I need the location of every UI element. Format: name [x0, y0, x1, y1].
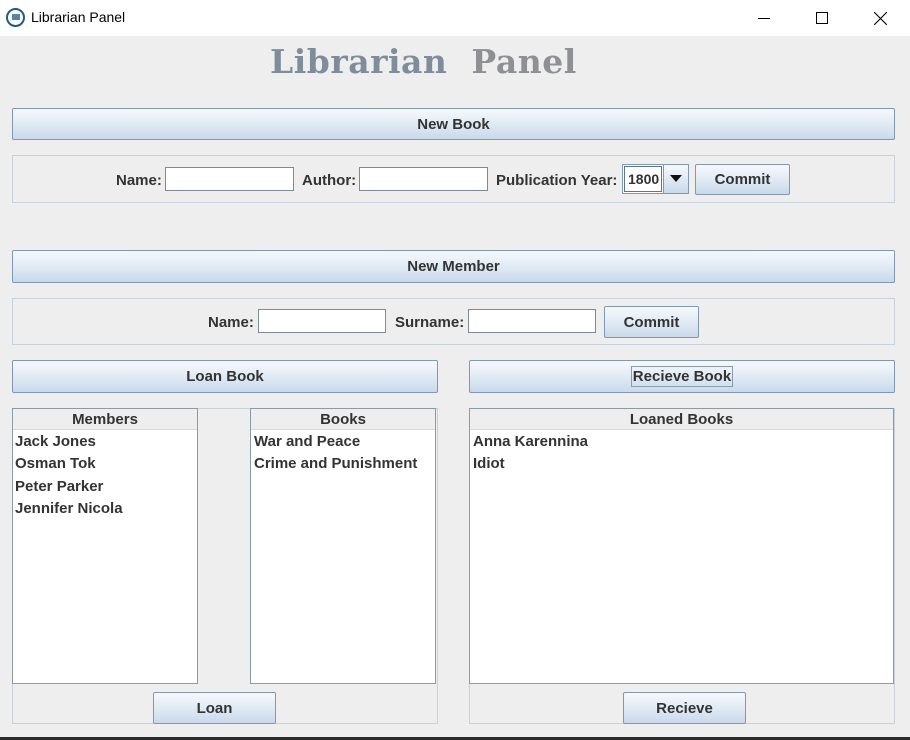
book-list-item[interactable]: Crime and Punishment	[253, 453, 435, 475]
minimize-icon	[758, 18, 770, 19]
new-member-section-button[interactable]: New Member	[12, 250, 895, 283]
book-name-label: Name:	[116, 172, 162, 189]
books-list-header: Books	[251, 409, 435, 430]
publication-year-select[interactable]: 1800	[622, 164, 689, 194]
receive-button[interactable]: Recieve	[623, 692, 746, 724]
loan-book-section-label: Loan Book	[186, 368, 264, 385]
book-list-item[interactable]: War and Peace	[253, 431, 435, 453]
member-list-item[interactable]: Osman Tok	[14, 453, 197, 475]
member-commit-button[interactable]: Commit	[604, 306, 699, 338]
dropdown-arrow-button[interactable]	[663, 165, 688, 193]
new-book-section-label: New Book	[417, 115, 490, 133]
receive-button-label: Recieve	[656, 699, 713, 717]
close-button[interactable]	[851, 0, 909, 36]
books-list[interactable]: Books War and Peace Crime and Punishment	[250, 408, 436, 684]
book-author-label: Author:	[302, 172, 357, 189]
members-list-items: Jack Jones Osman Tok Peter Parker Jennif…	[14, 431, 197, 521]
member-list-item[interactable]: Jack Jones	[14, 431, 197, 453]
member-surname-input[interactable]	[468, 309, 596, 333]
member-commit-label: Commit	[623, 313, 680, 331]
book-author-input[interactable]	[359, 167, 488, 191]
loan-button-label: Loan	[196, 699, 233, 717]
publication-year-value: 1800	[624, 166, 662, 192]
page-heading: Librarian Panel	[270, 42, 577, 86]
member-list-item[interactable]: Peter Parker	[14, 476, 197, 498]
loaned-books-list[interactable]: Loaned Books Anna Karennina Idiot	[469, 408, 894, 684]
chevron-down-icon	[670, 175, 682, 182]
close-icon	[873, 11, 887, 25]
receive-book-section-button[interactable]: Recieve Book	[469, 360, 895, 393]
window-title: Librarian Panel	[31, 9, 126, 25]
member-surname-label: Surname:	[395, 314, 465, 331]
member-name-input[interactable]	[258, 309, 386, 333]
loan-button[interactable]: Loan	[153, 692, 276, 724]
member-list-item[interactable]: Jennifer Nicola	[14, 498, 197, 520]
book-name-input[interactable]	[165, 167, 294, 191]
book-commit-button[interactable]: Commit	[695, 164, 790, 195]
maximize-icon	[816, 12, 828, 24]
library-app-icon: IIII	[6, 8, 25, 27]
loaned-books-list-items: Anna Karennina Idiot	[472, 431, 893, 476]
books-list-items: War and Peace Crime and Punishment	[253, 431, 435, 476]
new-member-section-label: New Member	[407, 258, 500, 275]
loaned-books-list-header: Loaned Books	[470, 409, 893, 430]
book-commit-label: Commit	[714, 171, 771, 188]
loaned-book-list-item[interactable]: Anna Karennina	[472, 431, 893, 453]
publication-year-label: Publication Year:	[496, 172, 618, 189]
minimize-button[interactable]	[735, 0, 793, 36]
heading-word-librarian: Librarian	[270, 42, 448, 81]
members-list[interactable]: Members Jack Jones Osman Tok Peter Parke…	[12, 408, 198, 684]
members-list-header: Members	[13, 409, 197, 430]
heading-word-panel: Panel	[471, 42, 577, 81]
maximize-button[interactable]	[793, 0, 851, 36]
member-name-label: Name:	[208, 314, 254, 331]
loaned-book-list-item[interactable]: Idiot	[472, 453, 893, 475]
loan-book-section-button[interactable]: Loan Book	[12, 360, 438, 393]
new-book-section-button[interactable]: New Book	[12, 108, 895, 140]
receive-book-section-label: Recieve Book	[630, 366, 734, 387]
